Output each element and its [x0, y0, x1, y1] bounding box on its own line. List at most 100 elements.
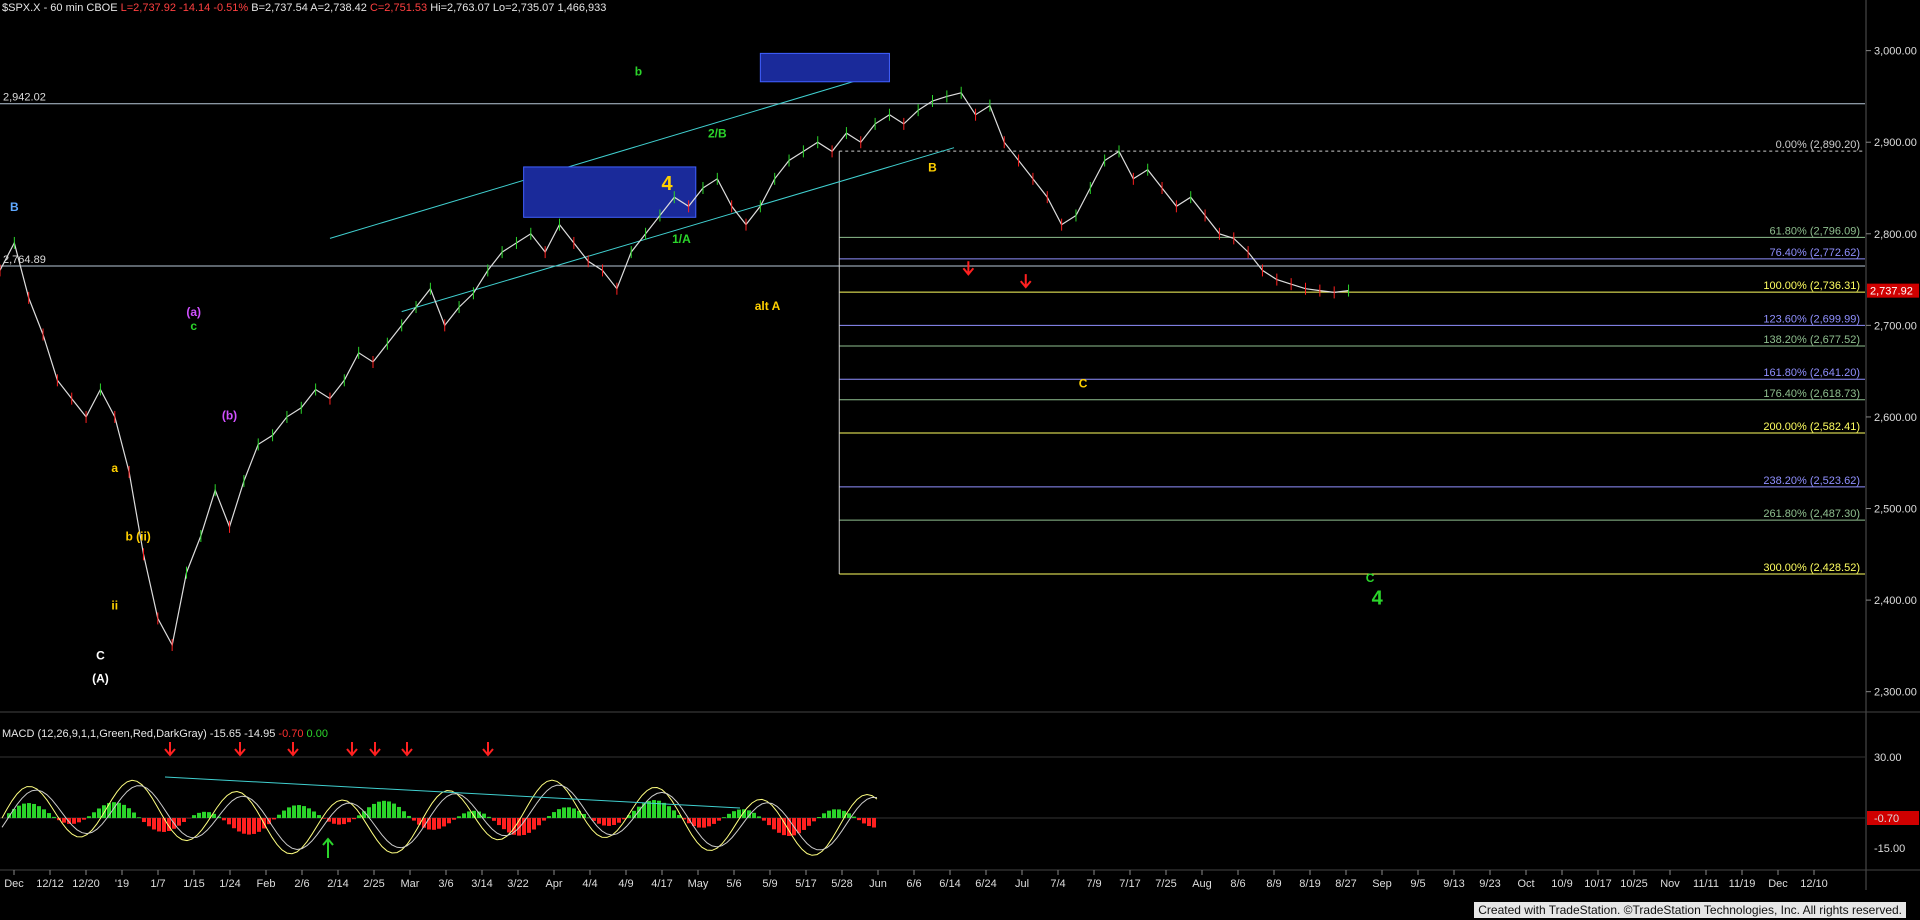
macd-histogram-bar	[87, 816, 91, 818]
macd-histogram-bar	[17, 805, 21, 818]
macd-histogram-bar	[457, 816, 461, 818]
macd-histogram-bar	[822, 813, 826, 818]
y-tick-label: 2,400.00	[1874, 595, 1917, 607]
macd-histogram-bar	[92, 812, 96, 818]
macd-histogram-bar	[22, 803, 26, 818]
x-tick-label: 12/20	[72, 878, 100, 890]
macd-histogram-bar	[397, 806, 401, 818]
macd-histogram-bar	[237, 818, 241, 832]
macd-histogram-bar	[72, 818, 76, 824]
macd-histogram-bar	[437, 818, 441, 829]
background	[0, 0, 1920, 920]
x-tick-label: 10/17	[1584, 878, 1612, 890]
macd-histogram-bar	[282, 810, 286, 818]
wave-label: ii	[111, 598, 118, 612]
volume-value: 1,466,933	[557, 2, 607, 14]
horizontal-line-label: 2,942.02	[3, 92, 46, 104]
x-tick-label: Sep	[1372, 878, 1392, 890]
macd-histogram-bar	[272, 818, 276, 820]
x-tick-label: Mar	[401, 878, 420, 890]
macd-histogram-bar	[372, 803, 376, 818]
macd-histogram-bar	[432, 818, 436, 830]
x-tick-label: 1/7	[150, 878, 165, 890]
macd-histogram-bar	[147, 818, 151, 827]
macd-histogram-bar	[602, 818, 606, 826]
macd-histogram-bar	[617, 818, 621, 823]
y-tick-label: 2,800.00	[1874, 229, 1917, 241]
macd-histogram-bar	[247, 818, 251, 835]
macd-histogram-bar	[662, 802, 666, 818]
fib-level-label: 76.40% (2,772.62)	[1769, 247, 1860, 259]
macd-histogram-bar	[242, 818, 246, 834]
macd-histogram-bar	[277, 814, 281, 818]
x-tick-label: Apr	[545, 878, 562, 890]
x-tick-label: 6/24	[975, 878, 996, 890]
x-tick-label: 4/9	[618, 878, 633, 890]
macd-label: MACD (12,26,9,1,1,Green,Red,DarkGray)	[2, 728, 207, 740]
x-tick-label: Dec	[4, 878, 24, 890]
macd-histogram-bar	[412, 818, 416, 821]
x-tick-label: 10/25	[1620, 878, 1648, 890]
x-tick-label: 2/6	[294, 878, 309, 890]
price-chart[interactable]: 3,000.00 2,900.00 2,800.00 2,700.00 2,600.00…	[0, 0, 1920, 920]
macd-histogram-bar	[102, 805, 106, 818]
change-value: -14.14	[179, 2, 211, 14]
y-tick-label: 2,600.00	[1874, 412, 1917, 424]
macd-histogram-bar	[697, 818, 701, 828]
wave-label: (A)	[92, 672, 109, 686]
y-tick-label: 2,500.00	[1874, 504, 1917, 516]
macd-histogram-bar	[807, 818, 811, 826]
macd-histogram-bar	[547, 816, 551, 818]
x-tick-label: 9/13	[1443, 878, 1464, 890]
macd-histogram-bar	[252, 818, 256, 834]
macd-histogram-bar	[837, 809, 841, 818]
x-tick-label: 6/14	[939, 878, 960, 890]
macd-histogram-bar	[812, 818, 816, 822]
x-tick-label: 5/6	[726, 878, 741, 890]
macd-histogram-bar	[597, 818, 601, 824]
macd-histogram-bar	[122, 804, 126, 818]
macd-histogram-bar	[387, 801, 391, 818]
fib-level-label: 0.00% (2,890.20)	[1776, 139, 1860, 151]
fib-level-label: 238.20% (2,523.62)	[1763, 475, 1860, 487]
macd-histogram-bar	[532, 818, 536, 830]
macd-histogram-bar	[497, 818, 501, 826]
macd-v2: -14.95	[244, 728, 276, 740]
x-tick-label: May	[688, 878, 709, 890]
high-value: Hi=2,763.07	[430, 2, 490, 14]
macd-histogram-bar	[452, 818, 456, 820]
bid-value: B=2,737.54	[251, 2, 308, 14]
y-tick-label: 2,700.00	[1874, 320, 1917, 332]
x-tick-label: 12/12	[36, 878, 64, 890]
macd-histogram-bar	[392, 803, 396, 818]
wave-label: 1/A	[672, 232, 691, 246]
fib-level-label: 123.60% (2,699.99)	[1763, 313, 1860, 325]
ask-value: A=2,738.42	[310, 2, 367, 14]
macd-histogram-bar	[32, 803, 36, 818]
macd-histogram-bar	[732, 811, 736, 818]
x-tick-label: Jul	[1015, 878, 1029, 890]
macd-v3: -0.70	[278, 728, 304, 740]
macd-histogram-bar	[502, 818, 506, 830]
macd-histogram-bar	[132, 812, 136, 818]
close-value: C=2,751.53	[369, 2, 428, 14]
macd-histogram-bar	[27, 803, 31, 818]
x-tick-label: 11/19	[1729, 878, 1756, 890]
macd-histogram-bar	[357, 815, 361, 818]
x-tick-label: 7/17	[1119, 878, 1140, 890]
macd-histogram-bar	[307, 808, 311, 818]
macd-histogram-bar	[337, 818, 341, 825]
last-price-label: 2,737.92	[1870, 286, 1913, 298]
macd-histogram-bar	[202, 811, 206, 818]
macd-histogram-bar	[52, 816, 56, 818]
wave-label: 2/B	[708, 127, 727, 141]
pct-change: -0.51%	[213, 2, 249, 14]
macd-histogram-bar	[152, 818, 156, 830]
macd-histogram-bar	[727, 813, 731, 818]
macd-histogram-bar	[777, 818, 781, 833]
macd-histogram-bar	[292, 805, 296, 818]
macd-histogram-bar	[612, 818, 616, 825]
macd-histogram-bar	[872, 818, 876, 828]
wave-label: (ii)	[136, 530, 151, 544]
macd-histogram-bar	[192, 815, 196, 818]
